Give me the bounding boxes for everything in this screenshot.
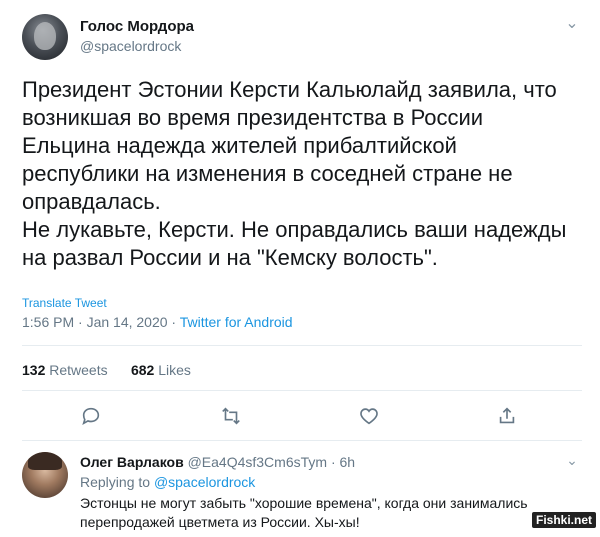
share-icon[interactable] xyxy=(493,402,521,430)
reply-author-handle[interactable]: @Ea4Q4sf3Cm6sTym xyxy=(188,454,327,470)
replying-prefix: Replying to xyxy=(80,474,154,490)
divider xyxy=(22,440,582,441)
retweet-icon[interactable] xyxy=(217,402,245,430)
replying-to: Replying to @spacelordrock xyxy=(80,474,255,490)
heart-icon[interactable] xyxy=(355,402,383,430)
tweet-meta: 1:56 PM · Jan 14, 2020 · Twitter for And… xyxy=(22,314,293,330)
retweets-count: 132 xyxy=(22,362,46,378)
author-handle[interactable]: @spacelordrock xyxy=(80,38,181,54)
replying-to-handle[interactable]: @spacelordrock xyxy=(154,474,255,490)
retweets-label: Retweets xyxy=(49,362,108,378)
tweet-stats: 132 Retweets 682 Likes xyxy=(22,362,191,378)
tweet-text-line: республики на изменения в соседней стран… xyxy=(22,161,513,186)
tweet-text-line: Ельцина надежда жителей прибалтийской xyxy=(22,133,457,158)
author-avatar[interactable] xyxy=(22,14,68,60)
tweet-text: Президент Эстонии Керсти Кальюлайд заяви… xyxy=(22,76,582,272)
reply-header: Олег Варлаков @Ea4Q4sf3Cm6sTym · 6h xyxy=(80,454,355,470)
divider xyxy=(22,390,582,391)
translate-tweet-link[interactable]: Translate Tweet xyxy=(22,296,107,310)
tweet-text-line: Не лукавьте, Керсти. Не оправдались ваши… xyxy=(22,217,567,242)
likes-stat[interactable]: 682 Likes xyxy=(131,362,191,378)
tweet-actions xyxy=(22,398,582,434)
reply-author-avatar[interactable] xyxy=(22,452,68,498)
tweet-text-line: на развал России и на "Кемску волость". xyxy=(22,245,438,270)
likes-label: Likes xyxy=(158,362,191,378)
reply-icon[interactable] xyxy=(77,402,105,430)
likes-count: 682 xyxy=(130,362,155,378)
chevron-down-icon[interactable]: ⌄ xyxy=(562,14,582,34)
watermark: Fishki.net xyxy=(532,512,597,528)
reply-author-name[interactable]: Олег Варлаков xyxy=(80,454,184,470)
tweet-source[interactable]: Twitter for Android xyxy=(180,314,293,330)
reply-text: Эстонцы не могут забыть "хорошие времена… xyxy=(80,495,528,530)
reply-time[interactable]: · 6h xyxy=(327,454,355,470)
tweet-text-line: возникшая во время президентства в Росси… xyxy=(22,105,484,130)
retweets-stat[interactable]: 132 Retweets xyxy=(22,362,108,378)
tweet-text-line: оправдалась. xyxy=(22,189,161,214)
chevron-down-icon[interactable]: ⌄ xyxy=(562,452,582,472)
tweet-timestamp[interactable]: 1:56 PM · Jan 14, 2020 · xyxy=(22,314,180,330)
divider xyxy=(22,345,582,346)
tweet-text-line: Президент Эстонии Керсти Кальюлайд заяви… xyxy=(22,77,557,102)
author-name[interactable]: Голос Мордора xyxy=(80,18,194,35)
